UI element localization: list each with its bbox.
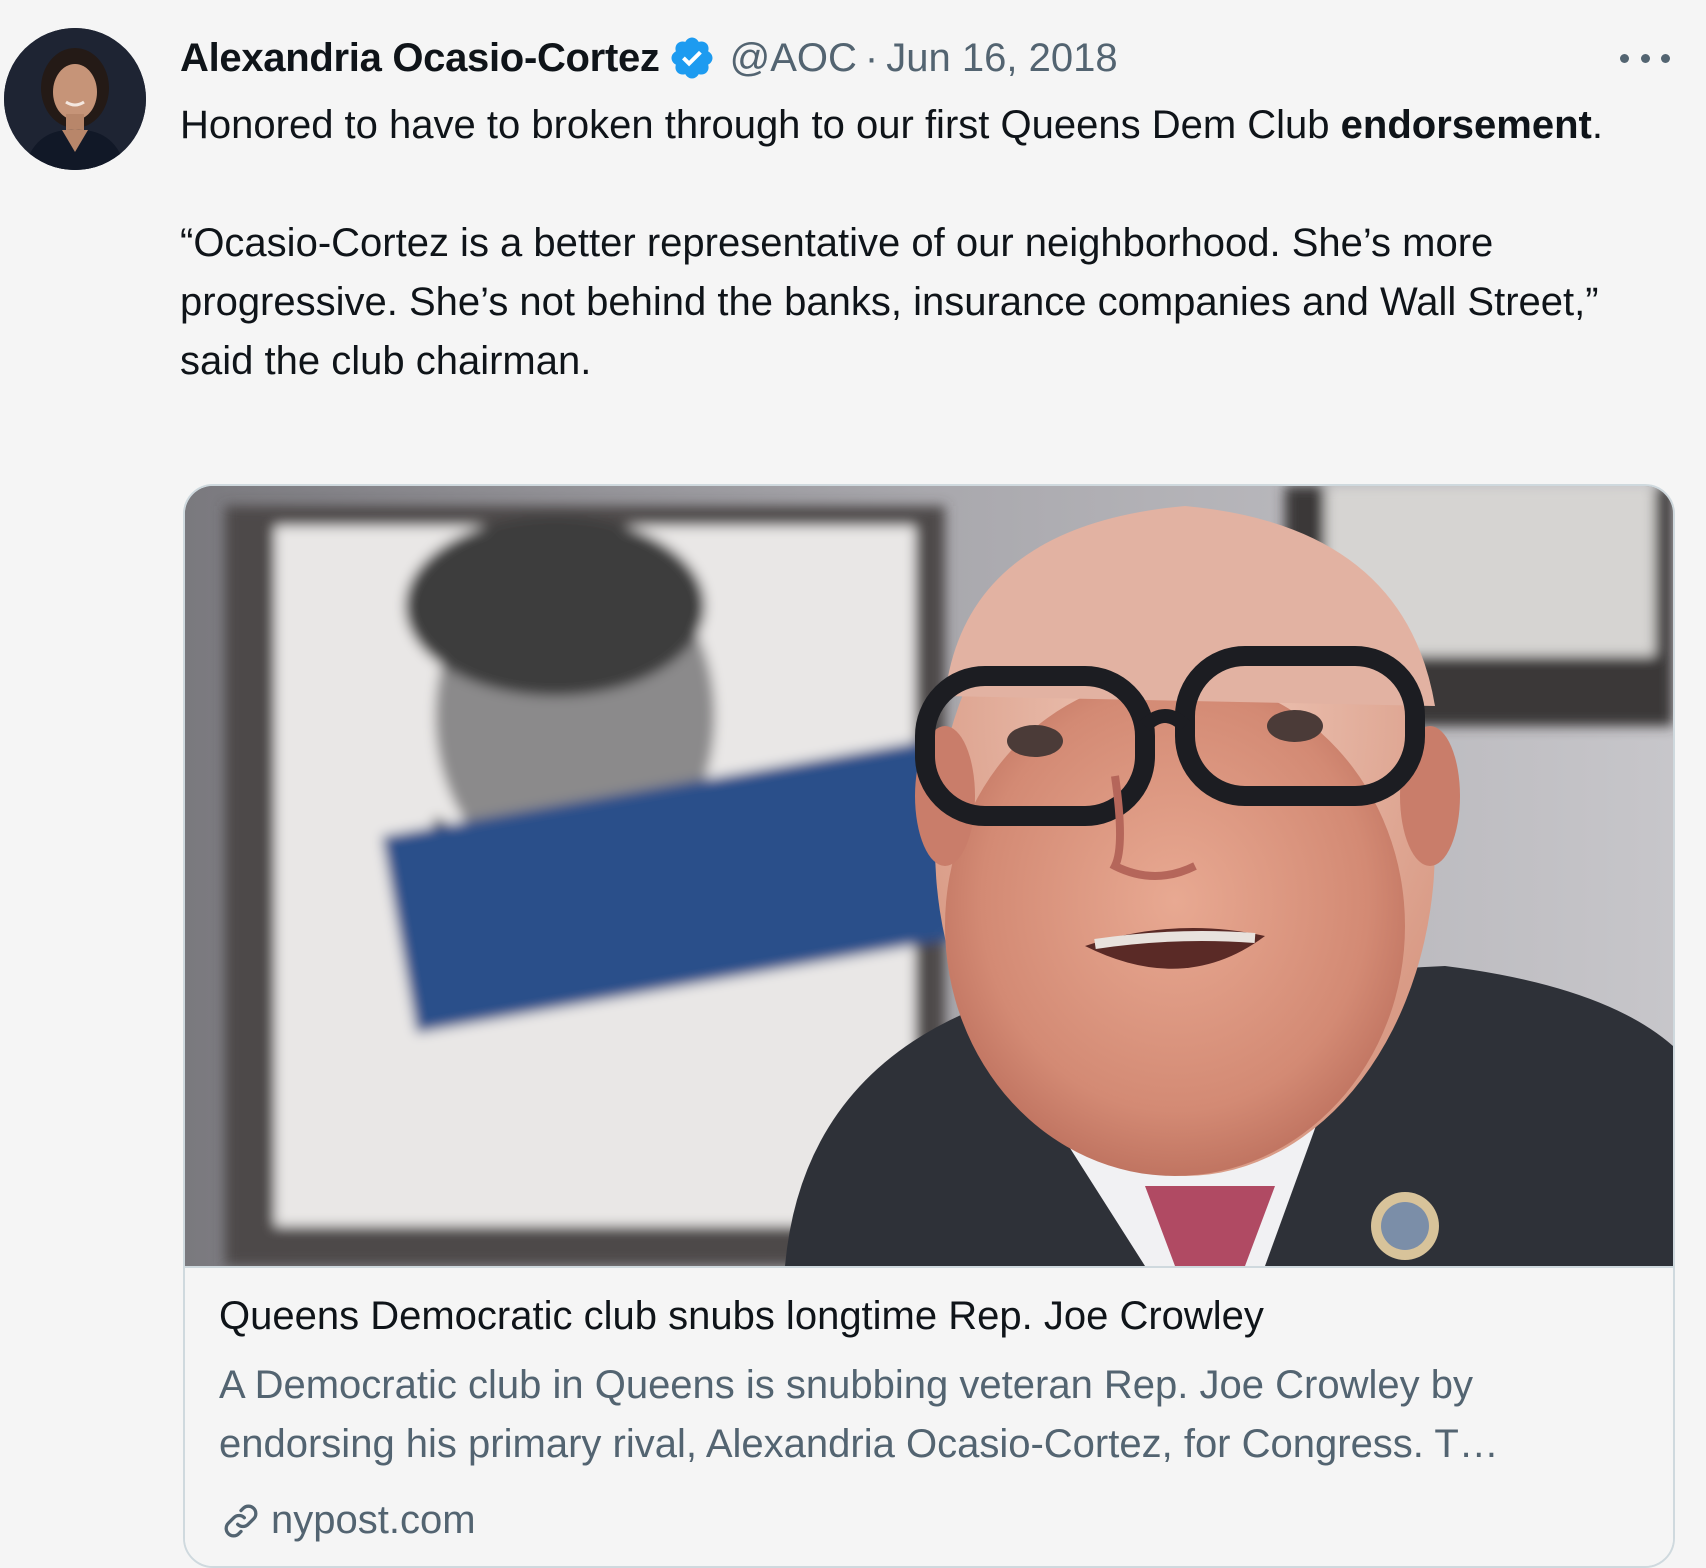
- tweet-text: Honored to have to broken through to our…: [180, 96, 1680, 391]
- author-handle[interactable]: @AOC: [730, 36, 857, 81]
- more-dot: [1620, 53, 1629, 63]
- tweet-text-bold: endorsement: [1340, 103, 1592, 147]
- author-avatar[interactable]: [4, 28, 146, 170]
- card-domain-text[interactable]: nypost.com: [271, 1498, 476, 1543]
- author-name[interactable]: Alexandria Ocasio-Cortez: [180, 36, 660, 81]
- header-separator: ·: [864, 35, 879, 80]
- card-domain[interactable]: nypost.com: [219, 1498, 476, 1543]
- tweet-text-plain: Honored to have to broken through to our…: [180, 103, 1341, 147]
- card-description: A Democratic club in Queens is snubbing …: [219, 1363, 1499, 1466]
- verified-badge-icon: [668, 34, 716, 82]
- more-dot: [1661, 53, 1670, 63]
- link-preview-card[interactable]: Queens Democratic club snubs longtime Re…: [183, 484, 1675, 1568]
- more-options-icon[interactable]: [1620, 40, 1670, 76]
- card-meta[interactable]: Queens Democratic club snubs longtime Re…: [185, 1266, 1673, 1566]
- tweet-quote: “Ocasio-Cortez is a better representativ…: [180, 221, 1599, 383]
- card-image[interactable]: [185, 486, 1673, 1266]
- card-title[interactable]: Queens Democratic club snubs longtime Re…: [219, 1294, 1264, 1339]
- tweet-text-line1: Honored to have to broken through to our…: [180, 96, 1680, 155]
- tweet[interactable]: Alexandria Ocasio-Cortez @AOC · Jun 16, …: [0, 0, 1706, 1568]
- tweet-text-end: .: [1591, 103, 1603, 147]
- tweet-date[interactable]: Jun 16, 2018: [886, 36, 1117, 81]
- link-icon: [224, 1504, 258, 1537]
- more-dot: [1640, 53, 1650, 63]
- tweet-header: Alexandria Ocasio-Cortez @AOC · Jun 16, …: [180, 30, 1118, 86]
